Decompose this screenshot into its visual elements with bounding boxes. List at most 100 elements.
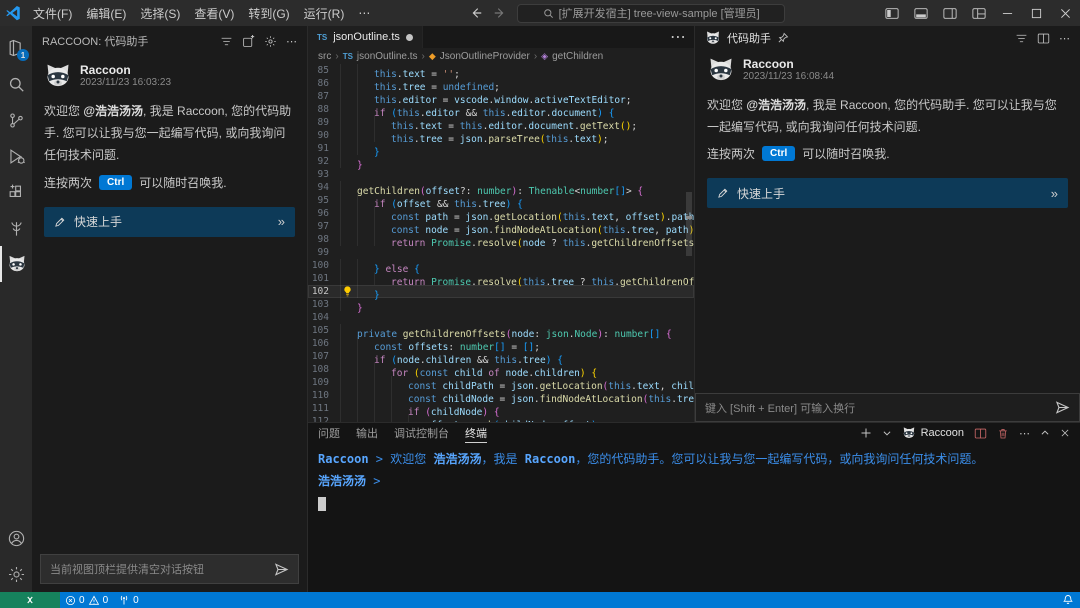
sidebar-chat-input[interactable]: 当前视图顶栏提供清空对话按钮 bbox=[40, 554, 299, 584]
line-number: 103 bbox=[308, 298, 340, 311]
code-line: 103} bbox=[308, 298, 694, 311]
source-control-icon[interactable] bbox=[0, 102, 32, 138]
vscode-logo-icon bbox=[0, 5, 26, 21]
menu-item[interactable]: 文件(F) bbox=[26, 0, 79, 26]
menu-item[interactable]: 编辑(E) bbox=[79, 0, 133, 26]
panel-filter-lines-icon[interactable] bbox=[1015, 32, 1028, 45]
line-number: 99 bbox=[308, 246, 340, 259]
raccoon-view-icon[interactable] bbox=[0, 246, 32, 282]
editor-more-actions-icon[interactable]: ⋯ bbox=[670, 27, 694, 47]
terminal-line: 浩浩汤汤 > bbox=[318, 470, 1070, 492]
code-line: 94getChildren(offset?: number): Thenable… bbox=[308, 181, 694, 194]
toggle-sidebar-icon[interactable] bbox=[877, 0, 906, 26]
panel-more-icon[interactable]: ⋯ bbox=[1059, 32, 1070, 45]
assistant-name: Raccoon bbox=[743, 57, 834, 71]
menu-item[interactable]: ⋯ bbox=[351, 0, 377, 26]
terminal-dropdown-icon[interactable] bbox=[882, 428, 892, 438]
run-debug-icon[interactable] bbox=[0, 138, 32, 174]
search-view-icon[interactable] bbox=[0, 66, 32, 102]
minimize-button[interactable] bbox=[993, 0, 1022, 26]
code-line: 97const node = json.findNodeAtLocation(t… bbox=[308, 220, 694, 233]
ports-status[interactable]: 0 bbox=[113, 592, 144, 608]
close-panel-icon[interactable] bbox=[1060, 428, 1070, 438]
panel-more-icon[interactable]: ⋯ bbox=[1019, 427, 1030, 440]
breadcrumb-item[interactable]: getChildren bbox=[552, 51, 603, 62]
code-line: 102} bbox=[308, 285, 694, 298]
quick-start-button[interactable]: 快速上手 » bbox=[44, 207, 295, 237]
maximize-panel-icon[interactable] bbox=[1040, 428, 1050, 438]
settings-gear-icon[interactable] bbox=[0, 556, 32, 592]
new-terminal-icon[interactable] bbox=[860, 427, 872, 439]
breadcrumb-item[interactable]: src bbox=[318, 51, 331, 62]
title-bar: 文件(F)编辑(E)选择(S)查看(V)转到(G)运行(R)⋯ [扩展开发宿主]… bbox=[0, 0, 1080, 26]
maximize-button[interactable] bbox=[1022, 0, 1051, 26]
notifications-bell-icon[interactable] bbox=[1062, 594, 1074, 606]
extensions-icon[interactable] bbox=[0, 174, 32, 210]
panel-tab-inactive[interactable]: 调试控制台 bbox=[394, 423, 449, 443]
code-line: 96const path = json.getLocation(this.tex… bbox=[308, 207, 694, 220]
filter-lines-icon[interactable] bbox=[220, 35, 233, 48]
command-center-search[interactable]: [扩展开发宿主] tree-view-sample [管理员] bbox=[517, 4, 785, 23]
new-chat-icon[interactable] bbox=[242, 35, 255, 48]
code-line: 91} bbox=[308, 142, 694, 155]
customize-layout-icon[interactable] bbox=[964, 0, 993, 26]
toggle-panel-icon[interactable] bbox=[906, 0, 935, 26]
problems-status[interactable]: 0 0 bbox=[60, 592, 113, 608]
panel-tab-active[interactable]: 终端 bbox=[465, 423, 487, 443]
code-line: 87this.editor = vscode.window.activeText… bbox=[308, 90, 694, 103]
line-number: 102 bbox=[308, 285, 340, 298]
editor-content[interactable]: 85this.text = '';86this.tree = undefined… bbox=[308, 64, 694, 422]
line-number: 97 bbox=[308, 220, 340, 233]
breadcrumb-item[interactable]: JsonOutlineProvider bbox=[440, 51, 530, 62]
nav-forward-icon[interactable] bbox=[493, 6, 507, 20]
typescript-file-icon: TS bbox=[317, 33, 327, 42]
line-number: 94 bbox=[308, 181, 340, 194]
code-line: 100} else { bbox=[308, 259, 694, 272]
remote-indicator[interactable] bbox=[0, 592, 60, 608]
line-number: 112 bbox=[308, 415, 340, 422]
split-editor-icon[interactable] bbox=[1037, 32, 1050, 45]
symbol-class-icon: ◆ bbox=[429, 51, 436, 62]
kill-terminal-trash-icon[interactable] bbox=[997, 427, 1009, 440]
code-line: 110const childNode = json.findNodeAtLoca… bbox=[308, 389, 694, 402]
menu-item[interactable]: 选择(S) bbox=[133, 0, 187, 26]
send-icon[interactable] bbox=[1055, 401, 1070, 414]
pen-icon bbox=[717, 187, 729, 199]
breadcrumb-item[interactable]: jsonOutline.ts bbox=[357, 51, 418, 62]
line-number: 100 bbox=[308, 259, 340, 272]
breadcrumb: src›TSjsonOutline.ts›◆JsonOutlineProvide… bbox=[308, 48, 694, 64]
raccoon-icon bbox=[7, 254, 27, 274]
account-icon[interactable] bbox=[0, 520, 32, 556]
right-panel-chat-input[interactable]: 键入 [Shift + Enter] 可输入换行 bbox=[695, 393, 1080, 422]
editor-scrollbar[interactable] bbox=[684, 64, 694, 422]
lightbulb-icon[interactable] bbox=[342, 285, 353, 298]
panel-tab-inactive[interactable]: 问题 bbox=[318, 423, 340, 443]
editor-tab-bar: TS jsonOutline.ts ⋯ bbox=[308, 26, 694, 48]
send-icon[interactable] bbox=[274, 563, 289, 576]
menu-item[interactable]: 查看(V) bbox=[187, 0, 241, 26]
breadcrumb-separator: › bbox=[335, 51, 338, 62]
raccoon-avatar bbox=[707, 56, 735, 84]
tab-jsonoutline[interactable]: TS jsonOutline.ts bbox=[308, 26, 423, 48]
nav-back-icon[interactable] bbox=[469, 6, 483, 20]
line-number: 104 bbox=[308, 311, 340, 324]
sidebar-title: RACCOON: 代码助手 bbox=[42, 33, 148, 49]
close-button[interactable] bbox=[1051, 0, 1080, 26]
dirty-dot-icon[interactable] bbox=[406, 34, 413, 41]
panel-tab-inactive[interactable]: 输出 bbox=[356, 423, 378, 443]
quick-start-button[interactable]: 快速上手 » bbox=[707, 178, 1068, 208]
toggle-secondary-sidebar-icon[interactable] bbox=[935, 0, 964, 26]
split-terminal-icon[interactable] bbox=[974, 427, 987, 440]
more-actions-icon[interactable]: ⋯ bbox=[286, 35, 297, 48]
sidebar-gear-icon[interactable] bbox=[264, 35, 277, 48]
code-line: 106const offsets: number[] = []; bbox=[308, 337, 694, 350]
terminal-content[interactable]: Raccoon > 欢迎您 浩浩汤汤，我是 Raccoon，您的代码助手。您可以… bbox=[308, 443, 1080, 516]
menu-item[interactable]: 运行(R) bbox=[297, 0, 352, 26]
pin-icon[interactable] bbox=[777, 32, 789, 44]
menu-item[interactable]: 转到(G) bbox=[241, 0, 296, 26]
right-panel-tab-label[interactable]: 代码助手 bbox=[727, 30, 771, 46]
line-number: 98 bbox=[308, 233, 340, 246]
terminal-tab-raccoon[interactable]: Raccoon bbox=[902, 426, 964, 440]
explorer-icon[interactable]: 1 bbox=[0, 30, 32, 66]
tree-view-icon[interactable] bbox=[0, 210, 32, 246]
